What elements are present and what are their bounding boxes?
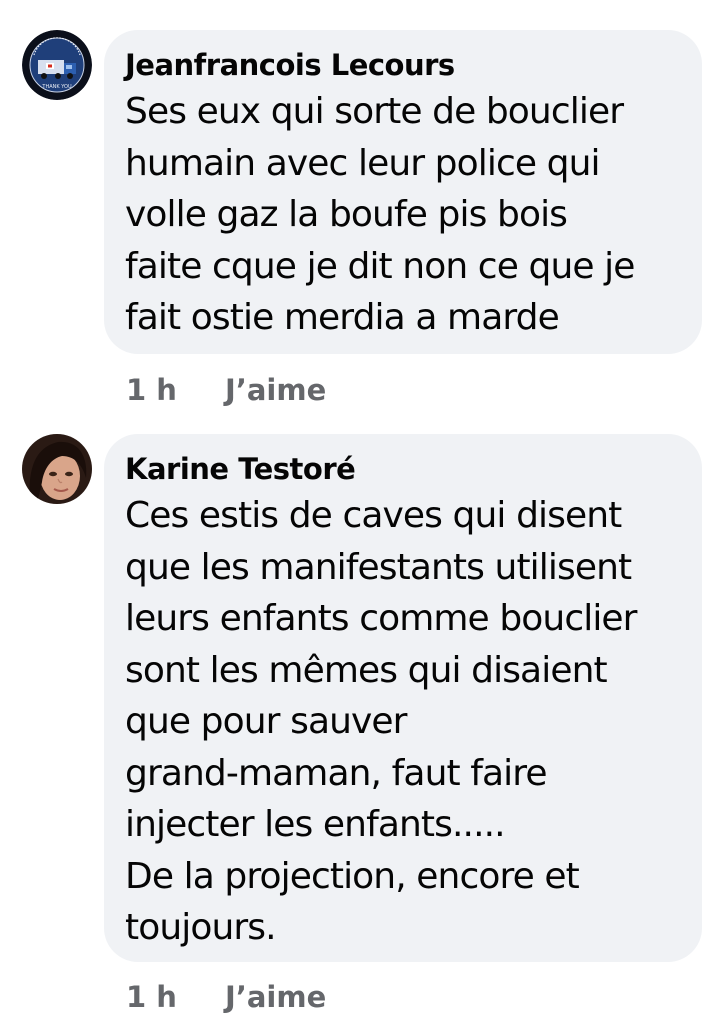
trucker-badge-icon: THANK YOU	[22, 30, 92, 100]
comment-meta: 1 h J’aime	[126, 979, 326, 1015]
comment-bubble: Karine Testoré Ces estis de caves qui di…	[104, 434, 702, 962]
author-name[interactable]: Karine Testoré	[125, 450, 682, 488]
badge-text: THANK YOU	[41, 84, 72, 90]
comment-timestamp[interactable]: 1 h	[126, 979, 177, 1015]
comment-meta: 1 h J’aime	[126, 372, 326, 408]
avatar-jeanfrancois[interactable]: THANK YOU	[22, 30, 92, 100]
comment-bubble: Jeanfrancois Lecours Ses eux qui sorte d…	[104, 30, 702, 354]
avatar-karine[interactable]	[22, 434, 92, 504]
author-name[interactable]: Jeanfrancois Lecours	[125, 46, 682, 84]
like-button[interactable]: J’aime	[225, 979, 326, 1015]
comment-timestamp[interactable]: 1 h	[126, 372, 177, 408]
comment-text: Ces estis de caves qui disent que les ma…	[125, 495, 637, 948]
like-button[interactable]: J’aime	[225, 372, 326, 408]
comment-text: Ses eux qui sorte de bouclier humain ave…	[125, 91, 635, 338]
woman-portrait-icon	[22, 434, 92, 504]
